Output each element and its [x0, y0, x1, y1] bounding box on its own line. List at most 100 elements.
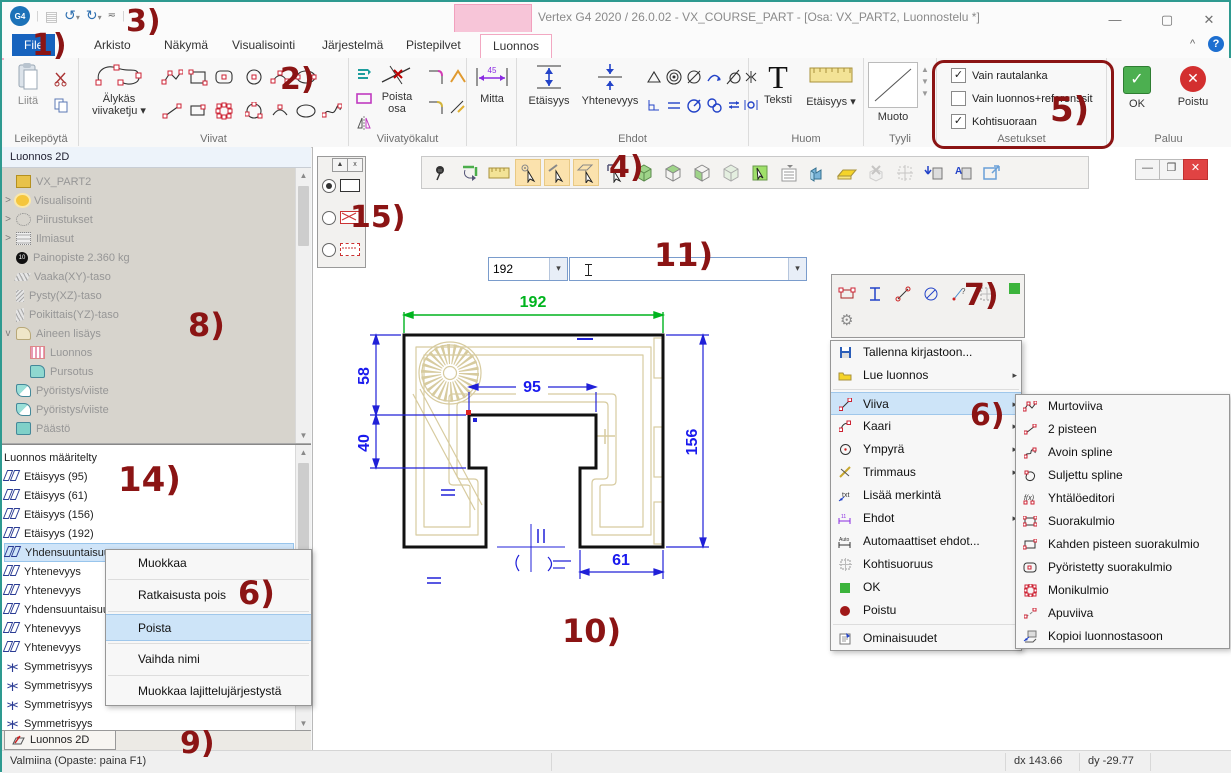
workplane-icon[interactable] [834, 159, 860, 186]
menu-item-ympyra[interactable]: Ympyrä▸ [831, 438, 1021, 461]
scroll-down-arrow[interactable]: ▼ [296, 428, 311, 443]
tree-scrollbar[interactable]: ▲ ▼ [295, 168, 311, 443]
paste-button[interactable]: Liitä [10, 62, 46, 107]
shape-style-button[interactable]: Muoto [868, 62, 918, 123]
list-options-icon[interactable] [776, 159, 802, 186]
submenu-item-monikulmio[interactable]: Monikulmio [1016, 579, 1229, 602]
chevron-down-icon[interactable]: ▾ [549, 258, 567, 280]
menu-item-kohtisuoruus[interactable]: Kohtisuoruus [831, 553, 1021, 576]
scroll-down-arrow[interactable]: ▼ [296, 716, 311, 731]
wireframe-top-icon[interactable] [660, 159, 686, 186]
menu-item-lue-luonnos[interactable]: Lue luonnos▸ [831, 364, 1021, 387]
help-icon[interactable]: ? [1208, 36, 1224, 52]
menu-item-vaihda-nimi[interactable]: Vaihda nimi [106, 646, 311, 673]
list-item[interactable]: Etäisyys (95) [24, 471, 88, 483]
maximize-button[interactable]: ▢ [1152, 12, 1182, 28]
collapse-ribbon-chevron[interactable]: ^ [1190, 38, 1195, 50]
customize-qat-button[interactable]: ≂ [108, 9, 116, 23]
magenta-rectangle-icon[interactable] [351, 86, 377, 112]
dim-text-156[interactable]: 156 [684, 429, 701, 456]
tab-jarjestelma[interactable]: Järjestelmä [310, 34, 395, 56]
tree-item[interactable]: Vaaka(XY)-taso [34, 271, 111, 283]
tree-item[interactable]: Pyöristys/viiste [36, 404, 109, 416]
ok-square-icon[interactable] [1009, 283, 1020, 294]
list-item[interactable]: Yhtenevyys [24, 566, 81, 578]
submenu-item-kahden-pisteen-suorakulmio[interactable]: Kahden pisteen suorakulmio [1016, 533, 1229, 556]
menu-item-muokkaa[interactable]: Muokkaa [106, 550, 311, 577]
menu-item-lisaa-merkinta[interactable]: txtLisää merkintä [831, 484, 1021, 507]
list-item[interactable]: Yhdensuuntaisuus [25, 547, 116, 559]
pin-icon[interactable] [428, 159, 454, 186]
perpendicular-constraint-icon[interactable] [645, 92, 663, 118]
menu-item-trimmaus[interactable]: Trimmaus▸ [831, 461, 1021, 484]
dim-text-192[interactable]: 192 [520, 294, 547, 311]
mdi-close-button[interactable]: ✕ [1183, 159, 1208, 180]
tab-nakyma[interactable]: Näkymä [152, 34, 220, 56]
snap-center-icon[interactable] [515, 159, 541, 186]
dimension-value-combo[interactable]: ▾ [488, 257, 568, 281]
list-item[interactable]: Etäisyys (192) [24, 528, 94, 540]
angle2-constraint-icon[interactable] [725, 64, 743, 90]
style-spinner[interactable]: ▲▼▼ [921, 64, 929, 100]
close-button[interactable]: ✕ [1194, 12, 1224, 28]
menu-item-tallenna-kirjastoon[interactable]: Tallenna kirjastoon... [831, 341, 1021, 364]
circle-center-icon[interactable] [241, 64, 267, 90]
copy-icon[interactable] [48, 92, 74, 118]
tab-luonnos-active[interactable]: Luonnos [480, 34, 552, 58]
expand-chevron[interactable]: > [2, 195, 14, 206]
submenu-item-suorakulmio[interactable]: Suorakulmio [1016, 510, 1229, 533]
tab-visualisointi[interactable]: Visualisointi [220, 34, 307, 56]
polygon-icon[interactable] [211, 98, 237, 124]
measure-ruler-icon[interactable] [486, 159, 512, 186]
part-view-icon[interactable] [805, 159, 831, 186]
chevron-down-icon[interactable]: ▾ [788, 258, 806, 280]
scrollbar-thumb[interactable] [298, 186, 309, 246]
list-item[interactable]: Symmetrisyys [24, 680, 92, 692]
palette-close-button[interactable]: x [347, 158, 363, 172]
tree-item[interactable]: Pyöristys/viiste [36, 385, 109, 397]
tree-item[interactable]: Pysty(XZ)-taso [29, 290, 102, 302]
parallel-constraint-icon[interactable] [665, 92, 683, 118]
submenu-item-yhtaloeditori[interactable]: f(x)Yhtälöeditori [1016, 487, 1229, 510]
dim-text-58[interactable]: 58 [356, 367, 373, 385]
mdi-minimize-button[interactable]: — [1135, 159, 1160, 180]
insert-below-icon[interactable] [921, 159, 947, 186]
tree-item[interactable]: Päästö [36, 423, 70, 435]
annotate-solid-icon[interactable]: A [950, 159, 976, 186]
collapse-chevron[interactable]: v [2, 328, 14, 339]
radio-select-fence[interactable] [322, 243, 336, 257]
app-logo-icon[interactable]: G4 [10, 6, 30, 26]
tree-item[interactable]: VX_PART2 [36, 176, 91, 188]
export-view-icon[interactable] [979, 159, 1005, 186]
snap-line-icon[interactable] [544, 159, 570, 186]
submenu-item-murtoviiva[interactable]: Murtoviiva [1016, 395, 1229, 418]
menu-item-poistu[interactable]: Poistu [831, 599, 1021, 622]
equal-radius-constraint-icon[interactable] [705, 92, 723, 118]
mdi-restore-button[interactable]: ❐ [1159, 159, 1184, 180]
coincident-constraint-button[interactable]: Yhtenevyys [579, 62, 641, 107]
remove-segment-button[interactable]: Poista osa [375, 62, 419, 115]
tree-item[interactable]: Luonnos [50, 347, 92, 359]
rounded-rectangle-icon[interactable] [211, 64, 237, 90]
submenu-item-2-pisteen[interactable]: 2 pisteen [1016, 418, 1229, 441]
tree-item[interactable]: Visualisointi [34, 195, 92, 207]
redo-button[interactable]: ↻▾ [86, 8, 102, 25]
snap-face-icon[interactable] [573, 159, 599, 186]
spline-icon[interactable] [319, 98, 345, 124]
line-icon[interactable] [159, 98, 185, 124]
tree-item[interactable]: Ilmiasut [36, 233, 74, 245]
dim-text-61[interactable]: 61 [612, 552, 630, 569]
menu-item-ominaisuudet[interactable]: Ominaisuudet [831, 627, 1021, 650]
radio-select-crossing[interactable] [322, 211, 336, 225]
radius-constraint-icon[interactable] [685, 92, 703, 118]
dimension-note-button[interactable]: Etäisyys ▾ [803, 60, 859, 108]
menu-item-poista[interactable]: Poista [106, 614, 311, 641]
equal-distance-constraint-icon[interactable] [725, 92, 743, 118]
submenu-item-suljettu-spline[interactable]: Suljettu spline [1016, 464, 1229, 487]
text-note-button[interactable]: T Teksti [757, 60, 799, 106]
dim-text-40[interactable]: 40 [356, 434, 373, 452]
list-item[interactable]: Symmetrisyys [24, 699, 92, 711]
menu-item-ehdot[interactable]: 11Ehdot▸ [831, 507, 1021, 530]
tangent-constraint-icon[interactable] [705, 64, 723, 90]
submenu-item-pyoristetty-suorakulmio[interactable]: Pyöristetty suorakulmio [1016, 556, 1229, 579]
